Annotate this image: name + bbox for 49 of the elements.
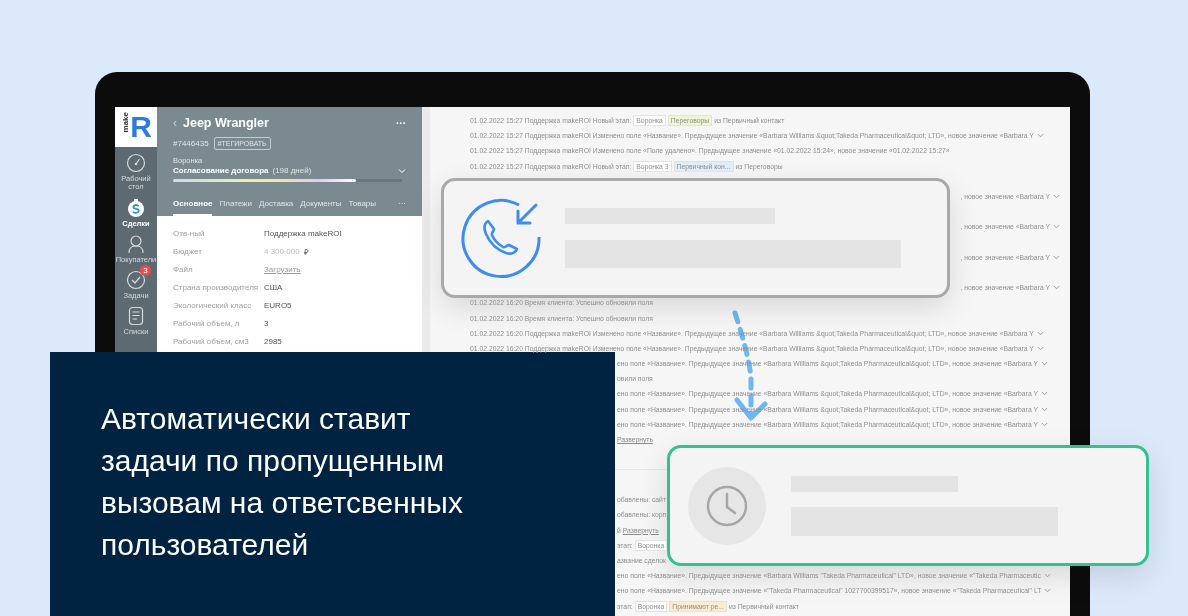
chevron-icon[interactable] (1053, 224, 1060, 230)
more-tabs-button[interactable]: ··· (398, 199, 406, 216)
chevron-icon[interactable] (1043, 573, 1051, 579)
chevron-icon[interactable] (1036, 345, 1044, 351)
chevron-icon[interactable] (1040, 361, 1048, 367)
chevron-icon[interactable] (1044, 588, 1052, 594)
field-value: США (264, 282, 283, 292)
upload-link[interactable]: Загрузить (264, 264, 301, 274)
field-value: EURO5 (264, 300, 292, 310)
tab[interactable]: Платежи (219, 199, 252, 216)
field-label: Файл (173, 264, 194, 274)
chevron-icon[interactable] (1040, 406, 1048, 412)
stage-days: (198 дней) (272, 166, 394, 175)
list-icon (126, 306, 146, 327)
chevron-icon[interactable] (1053, 254, 1060, 260)
chevron-icon[interactable] (1040, 421, 1048, 427)
money-bag-icon (126, 197, 146, 218)
more-button[interactable]: ··· (396, 117, 406, 129)
tab[interactable]: Товары (348, 199, 377, 216)
field-label: Страна производителя (173, 282, 260, 292)
field-value: 2985 (264, 336, 282, 346)
deal-title: Jeep Wrangler (183, 116, 270, 130)
field-value: Поддержка makeROI (264, 228, 342, 238)
field-label: Рабочий объем, см3 (173, 336, 250, 346)
missed-call-icon (461, 197, 543, 279)
chevron-icon[interactable] (1036, 133, 1044, 139)
clock-icon (687, 465, 767, 546)
back-link[interactable]: ‹ (173, 116, 177, 130)
logo[interactable]: make R (115, 107, 157, 147)
deal-id: #7446435 (173, 139, 209, 148)
person-icon (126, 233, 146, 254)
chevron-icon[interactable] (1053, 285, 1060, 291)
field-label: Отв-ный (173, 228, 206, 238)
gauge-icon (126, 153, 146, 173)
tab[interactable]: Документы (300, 199, 342, 216)
chevron-icon[interactable] (1040, 391, 1048, 397)
banner-headline: Автоматически ставит задачи по пропущенным вызовам на ответсвенных пользователей (101, 401, 464, 563)
field-label: Бюджет (173, 246, 203, 256)
count-badge: 3 (140, 265, 151, 276)
check-circle-icon (126, 270, 146, 290)
field-label: Экологический класс (173, 300, 253, 310)
stage-name: Согласование договора (173, 166, 269, 175)
field-value: 3 (264, 318, 269, 328)
chevron-icon[interactable] (1053, 194, 1060, 200)
tab[interactable]: Доставка (258, 199, 294, 216)
chevron-icon[interactable] (1036, 330, 1044, 336)
field-label: Рабочий объем, л (173, 318, 241, 328)
tab[interactable]: Основное (173, 199, 213, 216)
currency-sign: ₽ (303, 246, 309, 257)
